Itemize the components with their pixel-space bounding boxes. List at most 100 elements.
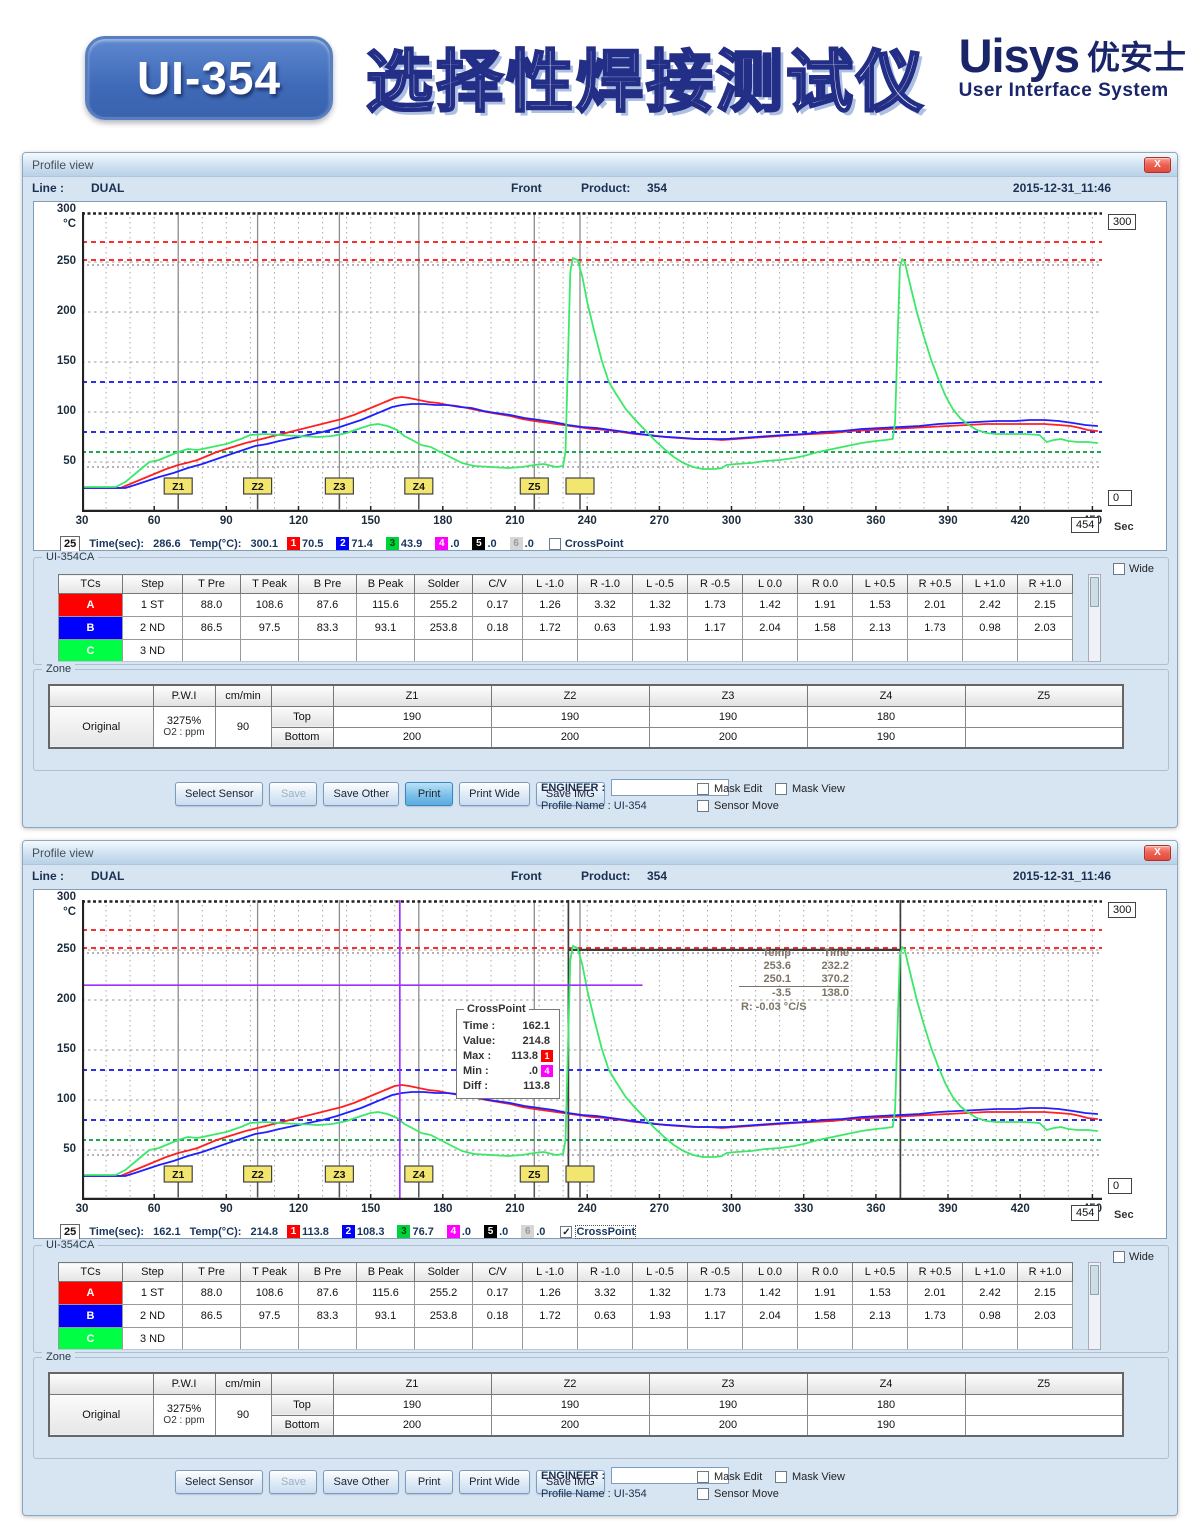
tc-cell: 83.3 [299, 1305, 357, 1328]
profile-chart[interactable]: Z1Z2Z3Z4Z5 [82, 900, 1102, 1200]
zone-table: P.W.I cm/min Z1 Z2 Z3 Z4 Z5 Original 327… [48, 1372, 1124, 1437]
tc-cell [1018, 640, 1073, 663]
x-start-box[interactable]: 25 [60, 536, 80, 552]
profile-chart[interactable]: Z1Z2Z3Z4Z5 [82, 212, 1102, 512]
mask-view-checkbox[interactable] [775, 1471, 787, 1483]
sensor-move-checkbox[interactable] [697, 800, 709, 812]
y-tick: 100 [34, 1093, 76, 1105]
product-label: Product: [581, 869, 630, 883]
x-tick: 390 [926, 1203, 970, 1215]
y-max-box[interactable]: 300 [1108, 902, 1136, 918]
tc-cell: 2.15 [1018, 1282, 1073, 1305]
print-button[interactable]: Print [405, 782, 453, 806]
x-tick: 180 [421, 515, 465, 527]
x-tick: 270 [637, 515, 681, 527]
wide-checkbox[interactable] [1113, 563, 1125, 575]
table-row[interactable]: A1 ST88.0108.687.6115.6255.20.171.263.32… [59, 1282, 1073, 1305]
tc-cell: 255.2 [415, 594, 473, 617]
y-min-box[interactable]: 0 [1108, 1178, 1132, 1194]
page-header: UI-354 选择性焊接测试仪 Uisys 优安士 User Interface… [0, 0, 1200, 150]
y-min-box[interactable]: 0 [1108, 490, 1132, 506]
tc-col-header: Solder [415, 1263, 473, 1282]
info-row: Line : DUAL Front Product: 354 2015-12-3… [23, 177, 1177, 199]
tc-table-scrollbar[interactable] [1088, 1262, 1101, 1350]
tc-color-cell: B [59, 617, 123, 640]
select-sensor-button[interactable]: Select Sensor [175, 782, 263, 806]
x-tick: 240 [565, 1203, 609, 1215]
sec-label: Sec [1114, 521, 1134, 533]
zone-top-z1: 190 [333, 706, 491, 727]
zone-header-z4: Z4 [807, 1373, 965, 1394]
table-row[interactable]: C3 ND [59, 640, 1073, 663]
tc-col-header: R -0.5 [688, 1263, 743, 1282]
wide-checkbox[interactable] [1113, 1251, 1125, 1263]
tc-table-scrollbar[interactable] [1088, 574, 1101, 662]
zone-top-label: Top [271, 706, 333, 727]
tc-cell [523, 640, 578, 663]
mask-edit-checkbox[interactable] [697, 783, 709, 795]
mask-edit-checkbox[interactable] [697, 1471, 709, 1483]
channel-1-chip: 1113.8 [287, 1225, 329, 1238]
save-button[interactable]: Save [269, 782, 317, 806]
titlebar[interactable]: Profile view X [23, 841, 1177, 865]
tc-col-header: R -1.0 [578, 1263, 633, 1282]
tc-col-header: B Peak [357, 575, 415, 594]
zone-header [271, 685, 333, 706]
tc-col-header: R +1.0 [1018, 575, 1073, 594]
tc-table: TCsStepT PreT PeakB PreB PeakSolderC/VL … [58, 1262, 1073, 1350]
tc-cell: 1.73 [688, 1282, 743, 1305]
x-end-box[interactable]: 454 [1071, 517, 1099, 533]
tc-col-header: L +1.0 [963, 1263, 1018, 1282]
tc-cell: 0.17 [473, 594, 523, 617]
tc-cell [241, 640, 299, 663]
zone-header-z4: Z4 [807, 685, 965, 706]
tc-col-header: L +0.5 [853, 1263, 908, 1282]
table-row[interactable]: B2 ND86.597.583.393.1253.80.181.720.631.… [59, 617, 1073, 640]
zone-top-z2: 190 [491, 1394, 649, 1415]
zone-header-z3: Z3 [649, 1373, 807, 1394]
timestamp: 2015-12-31_11:46 [1013, 869, 1111, 883]
close-icon[interactable]: X [1144, 157, 1171, 173]
table-row[interactable]: A1 ST88.0108.687.6115.6255.20.171.263.32… [59, 594, 1073, 617]
svg-text:Z2: Z2 [251, 481, 263, 493]
time-value: 162.1 [153, 1226, 181, 1238]
print-wide-button[interactable]: Print Wide [459, 1470, 530, 1494]
tc-cell [357, 640, 415, 663]
y-max-box[interactable]: 300 [1108, 214, 1136, 230]
print-wide-button[interactable]: Print Wide [459, 782, 530, 806]
zone-bottom-z2: 200 [491, 1415, 649, 1436]
save-other-button[interactable]: Save Other [323, 1470, 399, 1494]
tc-cell: 0.18 [473, 617, 523, 640]
tc-col-header: TCs [59, 575, 123, 594]
close-icon[interactable]: X [1144, 845, 1171, 861]
select-sensor-button[interactable]: Select Sensor [175, 1470, 263, 1494]
sensor-move-checkbox[interactable] [697, 1488, 709, 1500]
mask-edit-label: Mask Edit [714, 1471, 762, 1483]
x-end-box[interactable]: 454 [1071, 1205, 1099, 1221]
tc-cell: 2.03 [1018, 617, 1073, 640]
badge-label: UI-354 [137, 51, 281, 105]
tc-cell: 255.2 [415, 1282, 473, 1305]
save-button[interactable]: Save [269, 1470, 317, 1494]
crosspoint-box-title: CrossPoint [464, 1003, 529, 1015]
save-other-button[interactable]: Save Other [323, 782, 399, 806]
y-tick: 250 [34, 255, 76, 267]
crosspoint-label: CrossPoint [576, 1226, 635, 1238]
x-start-box[interactable]: 25 [60, 1224, 80, 1240]
tc-cell [357, 1328, 415, 1351]
tc-cell: 1.26 [523, 1282, 578, 1305]
product-value: 354 [647, 869, 667, 883]
titlebar[interactable]: Profile view X [23, 153, 1177, 177]
table-row[interactable]: B2 ND86.597.583.393.1253.80.181.720.631.… [59, 1305, 1073, 1328]
tc-cell [473, 640, 523, 663]
zone-table: P.W.I cm/min Z1 Z2 Z3 Z4 Z5 Original 327… [48, 684, 1124, 749]
print-button[interactable]: Print [405, 1470, 453, 1494]
crosspoint-checkbox[interactable] [549, 538, 561, 550]
table-row[interactable]: C3 ND [59, 1328, 1073, 1351]
crosspoint-checkbox[interactable]: ✓ [560, 1226, 572, 1238]
x-tick: 120 [277, 515, 321, 527]
mask-view-checkbox[interactable] [775, 783, 787, 795]
zone-header [49, 1373, 153, 1394]
channel-3-chip: 376.7 [397, 1225, 433, 1238]
zone-bottom-z2: 200 [491, 727, 649, 748]
